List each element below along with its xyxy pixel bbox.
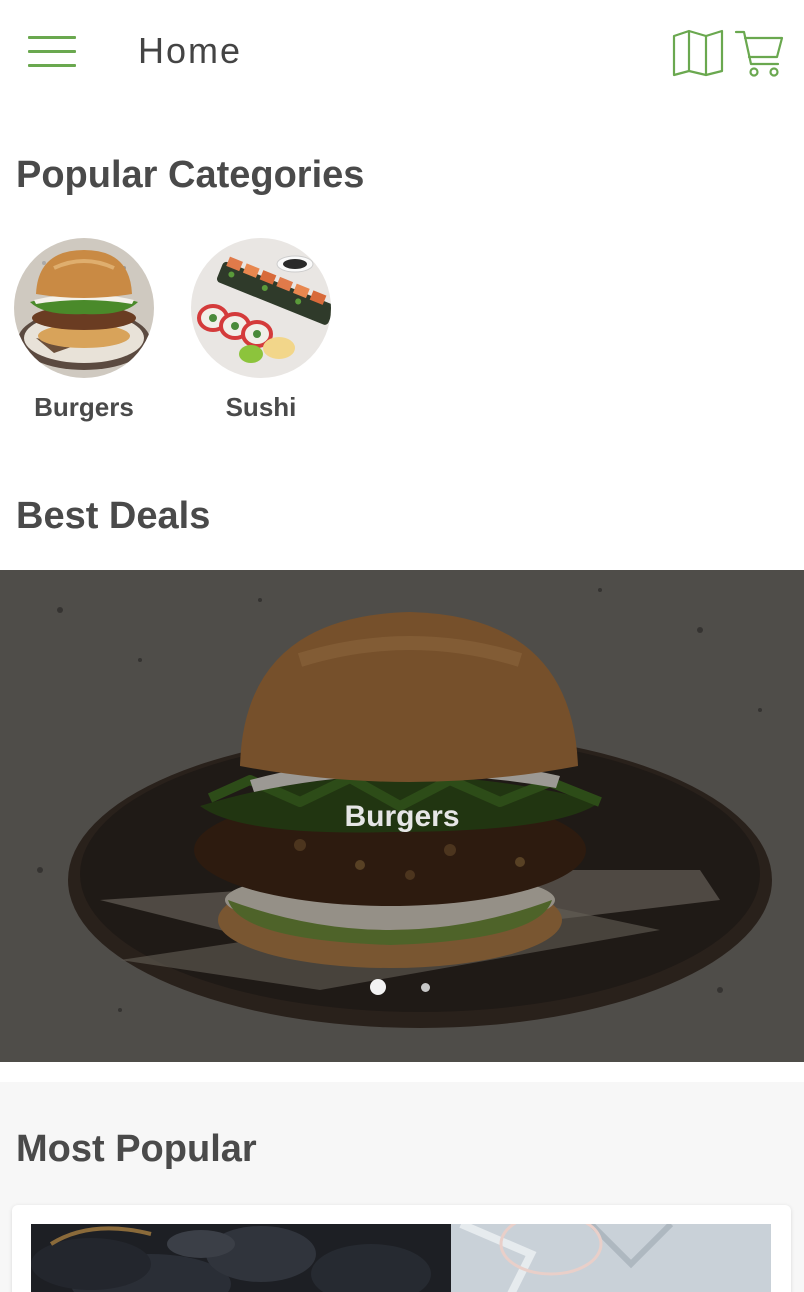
map-icon[interactable] xyxy=(672,28,726,78)
carousel-indicator xyxy=(370,979,440,995)
popular-categories-title: Popular Categories xyxy=(16,154,365,196)
burger-photo xyxy=(14,238,154,378)
page-title: Home xyxy=(138,30,243,71)
sushi-photo xyxy=(191,238,331,378)
best-deals-title: Best Deals xyxy=(16,495,211,537)
cart-icon[interactable] xyxy=(734,26,786,80)
app-bar: Home xyxy=(0,0,804,104)
hamburger-menu-icon[interactable] xyxy=(22,30,82,74)
carousel-dot[interactable] xyxy=(421,983,430,992)
category-label: Sushi xyxy=(225,392,297,422)
slide-label: Burgers xyxy=(344,800,460,833)
most-popular-item-card[interactable] xyxy=(12,1205,791,1292)
carousel-dot-active[interactable] xyxy=(370,979,386,995)
category-burgers[interactable]: Burgers xyxy=(14,238,154,423)
most-popular-title: Most Popular xyxy=(16,1128,257,1170)
mussels-photo xyxy=(31,1224,771,1292)
category-sushi[interactable]: Sushi xyxy=(191,238,331,423)
category-label: Burgers xyxy=(34,392,134,422)
